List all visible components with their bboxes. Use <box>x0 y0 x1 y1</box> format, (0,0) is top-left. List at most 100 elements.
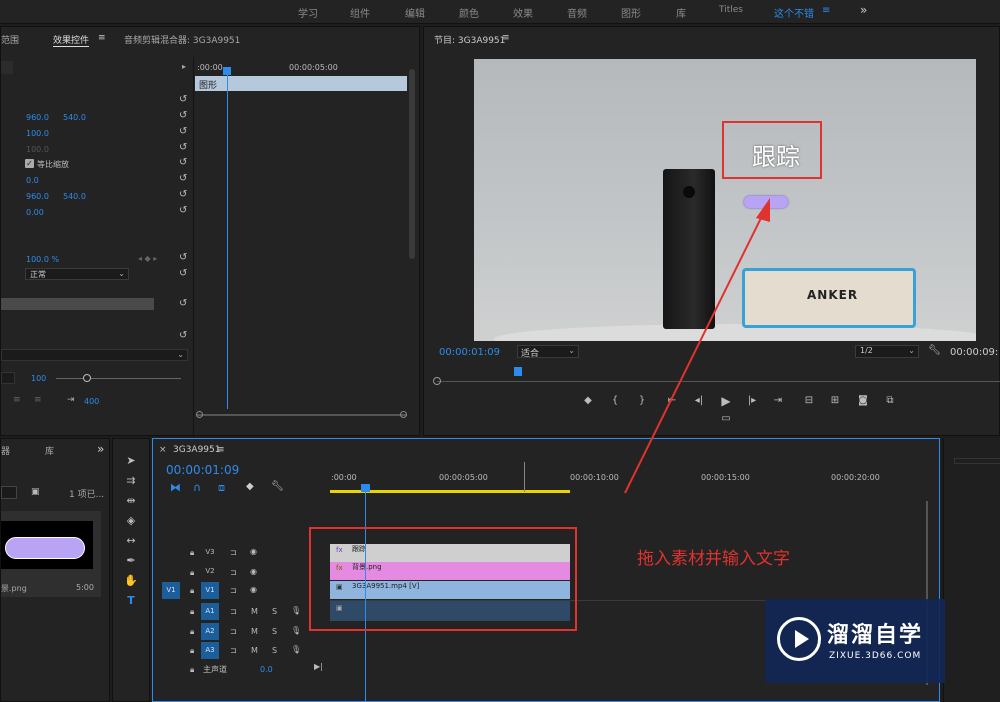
lift-icon[interactable]: ⊟ <box>803 395 815 407</box>
position-y-value[interactable]: 540.0 <box>63 113 86 122</box>
uniform-scale-checkbox[interactable]: ✓ <box>25 159 34 168</box>
scrubber-zoom-handle[interactable] <box>433 377 441 385</box>
program-monitor-title[interactable]: 节目: 3G3A9951 <box>434 33 505 46</box>
clip-name-field[interactable] <box>1 61 13 74</box>
add-marker-icon[interactable]: ◆ <box>246 481 254 492</box>
effect-controls-menu-icon[interactable]: ≡ <box>98 33 106 43</box>
reset-icon[interactable]: ↺ <box>179 95 189 105</box>
track-label-a2[interactable]: A2 <box>201 623 219 640</box>
new-bin-icon[interactable]: ▣ <box>31 487 40 497</box>
expand-arrow-icon[interactable]: ▸ <box>182 62 186 71</box>
track-label-v1[interactable]: V1 <box>201 582 219 599</box>
wrench-icon[interactable]: 🔧︎ <box>928 345 941 356</box>
reset-icon[interactable]: ↺ <box>179 127 189 137</box>
align-center-icon[interactable]: ≡ <box>34 395 42 405</box>
keyframe-nav-icon[interactable]: ◂ ◆ ▸ <box>138 254 157 263</box>
project-item-tile[interactable]: 景.png 5:00 <box>1 511 101 597</box>
workspace-learn[interactable]: 学习 <box>298 5 318 20</box>
workspace-audio[interactable]: 音频 <box>567 5 587 20</box>
reset-icon[interactable]: ↺ <box>179 269 189 279</box>
eye-icon[interactable]: ◉ <box>250 547 257 556</box>
track-select-tool-icon[interactable]: ⇉ <box>123 473 139 489</box>
wrench-icon[interactable]: 🔧︎ <box>271 481 284 492</box>
lock-icon[interactable]: 🔒︎ <box>190 627 194 637</box>
sync-lock-icon[interactable]: ⊐ <box>230 586 237 595</box>
flicker-value[interactable]: 0.00 <box>26 208 44 217</box>
ec-playhead[interactable] <box>227 69 228 409</box>
mute-button[interactable]: M <box>251 607 258 616</box>
blend-mode-select[interactable]: 正常 ⌄ <box>25 268 129 280</box>
nest-toggle-icon[interactable]: ⧓ <box>170 481 181 494</box>
workspace-libraries[interactable]: 库 <box>676 5 686 20</box>
tab-media-browser[interactable]: 器 <box>1 444 10 457</box>
track-label-v3[interactable]: V3 <box>201 544 219 561</box>
position-x-value[interactable]: 960.0 <box>26 113 49 122</box>
lock-icon[interactable]: 🔒︎ <box>190 586 194 596</box>
fit-select[interactable]: 适合 ⌄ <box>517 345 579 359</box>
hand-tool-icon[interactable]: ✋ <box>123 573 139 589</box>
timeline-playhead-handle[interactable] <box>361 484 370 492</box>
reset-icon[interactable]: ↺ <box>179 143 189 153</box>
resolution-select[interactable]: 1/2 ⌄ <box>855 345 919 358</box>
ec-scrollbar[interactable] <box>409 69 415 259</box>
align-left-icon[interactable]: ≡ <box>13 395 21 405</box>
camera-icon[interactable]: ◙ <box>857 395 869 407</box>
lock-icon[interactable]: 🔒︎ <box>190 665 194 675</box>
track-label-a3[interactable]: A3 <box>201 642 219 659</box>
sync-lock-icon[interactable]: ⊐ <box>230 568 237 577</box>
tracking-value[interactable]: 400 <box>84 397 99 406</box>
solo-button[interactable]: S <box>272 646 277 655</box>
tab-effect-controls[interactable]: 效果控件 <box>53 33 90 47</box>
compare-view-icon[interactable]: ⧉ <box>884 395 896 407</box>
pen-tool-icon[interactable]: ✒ <box>123 553 139 569</box>
font-size-slider-track[interactable] <box>56 378 181 379</box>
workspace-color[interactable]: 颜色 <box>459 5 479 20</box>
workspace-graphics[interactable]: 图形 <box>621 5 641 20</box>
lock-icon[interactable]: 🔒︎ <box>190 607 194 617</box>
font-select[interactable]: ⌄ <box>1 349 188 361</box>
project-search-input[interactable] <box>1 486 17 499</box>
reset-icon[interactable]: ↺ <box>179 331 189 341</box>
scale-value[interactable]: 100.0 <box>26 129 49 138</box>
reset-icon[interactable]: ↺ <box>179 190 189 200</box>
ec-zoom-handle-right[interactable] <box>400 411 407 418</box>
lock-icon[interactable]: 🔒︎ <box>190 568 194 578</box>
workspace-effects[interactable]: 效果 <box>513 5 533 20</box>
source-text-bar[interactable] <box>1 298 154 310</box>
sync-lock-icon[interactable]: ⊐ <box>230 627 237 636</box>
ripple-edit-tool-icon[interactable]: ⇹ <box>123 493 139 509</box>
reset-icon[interactable]: ↺ <box>179 111 189 121</box>
microphone-icon[interactable]: 🎙︎ <box>291 645 301 654</box>
add-marker-icon[interactable]: ◆ <box>582 395 594 407</box>
ec-playhead-handle[interactable] <box>223 67 231 75</box>
tab-range[interactable]: 范围 <box>1 33 19 46</box>
sync-lock-icon[interactable]: ⊐ <box>230 548 237 557</box>
font-size-value[interactable]: 100 <box>31 374 46 383</box>
workspace-custom[interactable]: 这个不错 <box>774 5 814 20</box>
timeline-menu-icon[interactable]: ≡ <box>217 445 225 455</box>
workspace-titles[interactable]: Titles <box>719 5 743 15</box>
snap-icon[interactable]: ∩ <box>193 481 201 494</box>
eye-icon[interactable]: ◉ <box>250 585 257 594</box>
selection-tool-icon[interactable]: ➤ <box>123 453 139 469</box>
razor-tool-icon[interactable]: ◈ <box>123 513 139 529</box>
mute-button[interactable]: M <box>251 627 258 636</box>
ec-zoom-scrollbar[interactable] <box>197 414 407 416</box>
solo-button[interactable]: S <box>272 627 277 636</box>
panel-more-icon[interactable]: » <box>97 442 104 456</box>
microphone-icon[interactable]: 🎙︎ <box>291 626 301 635</box>
reset-icon[interactable]: ↺ <box>179 206 189 216</box>
timeline-timecode[interactable]: 00:00:01:09 <box>166 463 239 477</box>
master-volume-value[interactable]: 0.0 <box>260 665 273 674</box>
workspace-editing[interactable]: 编辑 <box>405 5 425 20</box>
track-label-v2[interactable]: V2 <box>201 563 219 580</box>
mute-button[interactable]: M <box>251 646 258 655</box>
anchor-x-value[interactable]: 960.0 <box>26 192 49 201</box>
extract-icon[interactable]: ⊞ <box>829 395 841 407</box>
overlay-text[interactable]: 跟踪 <box>752 137 800 172</box>
reset-icon[interactable]: ↺ <box>179 299 189 309</box>
lock-icon[interactable]: 🔒︎ <box>190 548 194 558</box>
program-timecode[interactable]: 00:00:01:09 <box>439 347 500 358</box>
program-playhead[interactable] <box>514 367 522 376</box>
eye-icon[interactable]: ◉ <box>250 567 257 576</box>
